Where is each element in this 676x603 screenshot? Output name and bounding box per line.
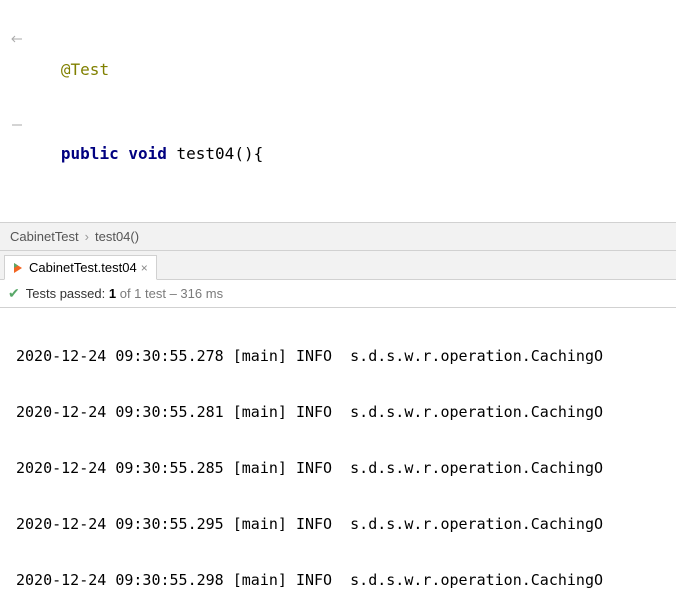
test-status-bar: ✔ Tests passed: 1 of 1 test – 316 ms: [0, 280, 676, 308]
method-end-icon: [10, 118, 24, 132]
keyword-public: public: [61, 144, 119, 163]
run-tab[interactable]: CabinetTest.test04 ×: [4, 255, 157, 280]
method-separator-icon: [10, 32, 24, 46]
log-line: 2020-12-24 09:30:55.295 [main] INFO s.d.…: [16, 510, 676, 538]
code-editor[interactable]: @Test public void test04(){ int test = t…: [0, 0, 676, 222]
method-signature: test04(){: [177, 144, 264, 163]
code-content[interactable]: @Test public void test04(){ int test = t…: [32, 0, 610, 222]
annotation: @Test: [61, 60, 109, 79]
editor-gutter: [0, 0, 32, 222]
status-passed-count: 1: [109, 286, 116, 301]
run-tab-label: CabinetTest.test04: [29, 260, 137, 275]
run-tab-bar: CabinetTest.test04 ×: [0, 250, 676, 280]
log-line: 2020-12-24 09:30:55.281 [main] INFO s.d.…: [16, 398, 676, 426]
check-icon: ✔: [8, 285, 20, 302]
breadcrumb-separator-icon: ›: [85, 229, 89, 244]
breadcrumb[interactable]: CabinetTest › test04(): [0, 222, 676, 250]
console-output[interactable]: 2020-12-24 09:30:55.278 [main] INFO s.d.…: [0, 308, 676, 603]
status-time: – 316 ms: [170, 286, 223, 301]
status-total: of 1 test: [120, 286, 166, 301]
log-line: 2020-12-24 09:30:55.298 [main] INFO s.d.…: [16, 566, 676, 594]
log-line: 2020-12-24 09:30:55.278 [main] INFO s.d.…: [16, 342, 676, 370]
keyword-void: void: [128, 144, 167, 163]
close-icon[interactable]: ×: [141, 261, 148, 275]
log-line: 2020-12-24 09:30:55.285 [main] INFO s.d.…: [16, 454, 676, 482]
status-prefix: Tests passed:: [26, 286, 106, 301]
run-config-icon: [11, 261, 25, 275]
breadcrumb-child[interactable]: test04(): [95, 229, 139, 244]
breadcrumb-parent[interactable]: CabinetTest: [10, 229, 79, 244]
